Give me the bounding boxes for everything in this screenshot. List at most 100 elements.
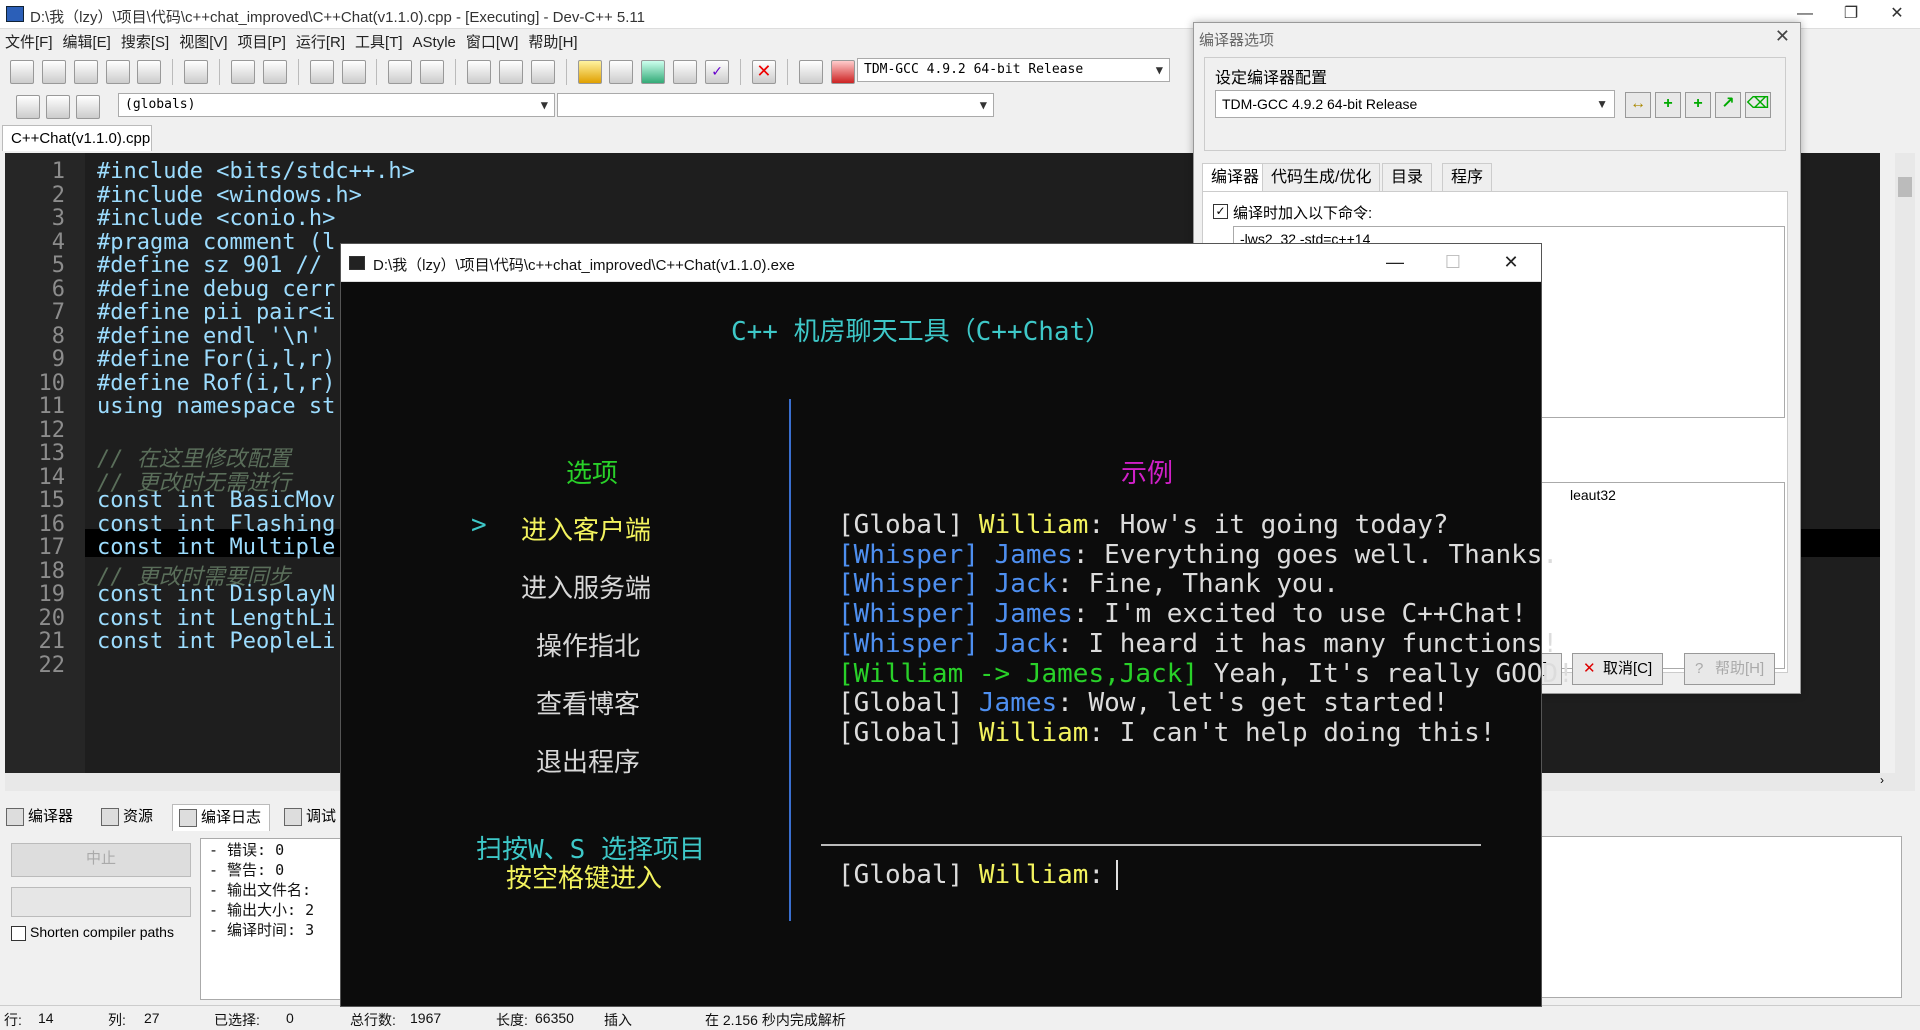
- undo-icon[interactable]: [231, 60, 256, 84]
- compile-run-icon[interactable]: [641, 60, 666, 84]
- menu-option-client[interactable]: 进入客户端: [521, 510, 651, 547]
- add-config-icon[interactable]: +: [1655, 92, 1681, 118]
- syntax-check-icon[interactable]: ✓: [705, 60, 730, 84]
- chart-icon: [179, 809, 197, 827]
- chat-segment: [Whisper]: [838, 628, 995, 659]
- tab-compiler-settings[interactable]: 编译器: [1202, 163, 1269, 192]
- redo-icon[interactable]: [262, 60, 287, 84]
- editor-vertical-scrollbar[interactable]: [1895, 153, 1915, 773]
- tab-compile-log[interactable]: 编译日志: [172, 804, 271, 831]
- status-total: 1967: [410, 1010, 442, 1026]
- help-button[interactable]: ? 帮助[H]: [1684, 653, 1776, 685]
- progress-bar: [11, 887, 191, 917]
- input-channel: [Global]: [838, 860, 979, 890]
- status-len: 66350: [535, 1010, 574, 1026]
- chevron-down-icon: ▼: [979, 98, 987, 112]
- chat-segment: : I'm excited to use C++Chat!: [1072, 599, 1527, 630]
- new-file-icon[interactable]: [9, 60, 34, 84]
- goto-line-icon[interactable]: [46, 95, 70, 119]
- chat-segment: William: [978, 717, 1089, 748]
- menu-project[interactable]: 项目[P]: [233, 29, 291, 54]
- code-line: const int Multiple: [97, 535, 336, 560]
- goto-icon[interactable]: [498, 60, 523, 84]
- replace-icon[interactable]: [341, 60, 366, 84]
- status-total-label: 总行数:: [350, 1012, 396, 1028]
- insert-icon[interactable]: [16, 95, 40, 119]
- debug-icon[interactable]: [830, 60, 855, 84]
- rebuild-icon[interactable]: [673, 60, 698, 84]
- console-divider: [789, 399, 791, 921]
- maximize-button[interactable]: ❐: [1828, 0, 1874, 28]
- console-close-button[interactable]: ✕: [1482, 244, 1540, 281]
- dialog-close-icon[interactable]: ✕: [1775, 26, 1790, 47]
- chat-segment: : Fine, Thank you.: [1057, 569, 1339, 600]
- menu-option-exit[interactable]: 退出程序: [536, 742, 640, 779]
- menu-tools[interactable]: 工具[T]: [350, 29, 408, 54]
- console-minimize-button[interactable]: —: [1366, 244, 1424, 281]
- tab-directories[interactable]: 目录: [1382, 163, 1433, 193]
- indent-icon[interactable]: [388, 60, 413, 84]
- close-file-icon[interactable]: [137, 60, 162, 84]
- save-all-icon[interactable]: [105, 60, 130, 84]
- chat-input-line[interactable]: [Global] William:: [838, 860, 1104, 890]
- bookmark-toggle-icon[interactable]: [76, 95, 100, 119]
- code-line: #include <bits/stdc++.h>: [97, 159, 415, 184]
- rename-config-icon[interactable]: ↔: [1625, 92, 1651, 118]
- add-folder-config-icon[interactable]: +: [1685, 92, 1711, 118]
- menu-option-guide[interactable]: 操作指北: [536, 626, 640, 663]
- open-file-icon[interactable]: [41, 60, 66, 84]
- find-icon[interactable]: [309, 60, 334, 84]
- stop-icon[interactable]: ✕: [751, 60, 776, 84]
- member-select[interactable]: ▼: [557, 93, 994, 117]
- menu-search[interactable]: 搜索[S]: [116, 29, 174, 54]
- chat-segment: : I can't help doing this!: [1088, 717, 1496, 748]
- bookmark-icon[interactable]: [467, 60, 492, 84]
- tab-compiler[interactable]: 编译器: [0, 804, 73, 830]
- delete-config-icon[interactable]: ⌫: [1745, 92, 1771, 118]
- menu-window[interactable]: 窗口[W]: [461, 29, 524, 54]
- tab-programs[interactable]: 程序: [1442, 163, 1493, 193]
- save-icon[interactable]: [73, 60, 98, 84]
- shorten-paths-checkbox[interactable]: [11, 926, 26, 941]
- line-number: 18: [38, 558, 66, 584]
- menu-option-blog[interactable]: 查看博客: [536, 684, 640, 721]
- cancel-button[interactable]: ✕ 取消[C]: [1572, 653, 1664, 685]
- print-icon[interactable]: [184, 60, 209, 84]
- export-config-icon[interactable]: ↗: [1715, 92, 1741, 118]
- line-number: 2: [51, 182, 65, 208]
- devcpp-app-icon: [6, 6, 24, 22]
- unindent-icon[interactable]: [420, 60, 445, 84]
- tab-debug[interactable]: 调试: [278, 804, 336, 830]
- line-number: 13: [38, 441, 66, 466]
- chat-segment: [Whisper]: [838, 539, 995, 570]
- add-commands-checkbox[interactable]: ✓: [1213, 204, 1228, 219]
- chat-segment: Jack: [994, 569, 1058, 600]
- menu-run[interactable]: 运行[R]: [291, 29, 350, 54]
- compile-icon[interactable]: [577, 60, 602, 84]
- menu-option-server[interactable]: 进入服务端: [521, 568, 651, 605]
- dialog-compiler-select[interactable]: TDM-GCC 4.9.2 64-bit Release ▼: [1215, 90, 1615, 118]
- menu-view[interactable]: 视图[V]: [174, 29, 232, 54]
- tab-resources[interactable]: 资源: [95, 804, 153, 830]
- run-icon[interactable]: [609, 60, 634, 84]
- scroll-right-arrow[interactable]: ›: [1880, 773, 1884, 787]
- menu-help[interactable]: 帮助[H]: [523, 29, 582, 54]
- abort-button[interactable]: 中止: [11, 843, 191, 877]
- toggle-comment-icon[interactable]: [530, 60, 555, 84]
- chat-segment: James: [994, 539, 1073, 570]
- console-maximize-button[interactable]: ☐: [1424, 244, 1482, 281]
- line-number: 21: [38, 629, 66, 654]
- menu-edit[interactable]: 编辑[E]: [58, 29, 116, 54]
- close-button[interactable]: ✕: [1874, 0, 1920, 28]
- menu-file[interactable]: 文件[F]: [0, 29, 58, 54]
- scope-select[interactable]: (globals) ▼: [118, 93, 555, 117]
- compiler-select[interactable]: TDM-GCC 4.9.2 64-bit Release ▼: [857, 58, 1170, 82]
- tab-codegen[interactable]: 代码生成/优化: [1262, 163, 1381, 193]
- editor-file-tab[interactable]: C++Chat(v1.1.0).cpp: [2, 125, 152, 151]
- line-number: 9: [51, 347, 65, 372]
- menu-astyle[interactable]: AStyle: [408, 32, 461, 53]
- profile-icon[interactable]: [798, 60, 823, 84]
- code-line: #define Rof(i,l,r): [97, 370, 336, 396]
- scrollbar-thumb[interactable]: [1898, 177, 1912, 197]
- line-number: 10: [38, 370, 66, 396]
